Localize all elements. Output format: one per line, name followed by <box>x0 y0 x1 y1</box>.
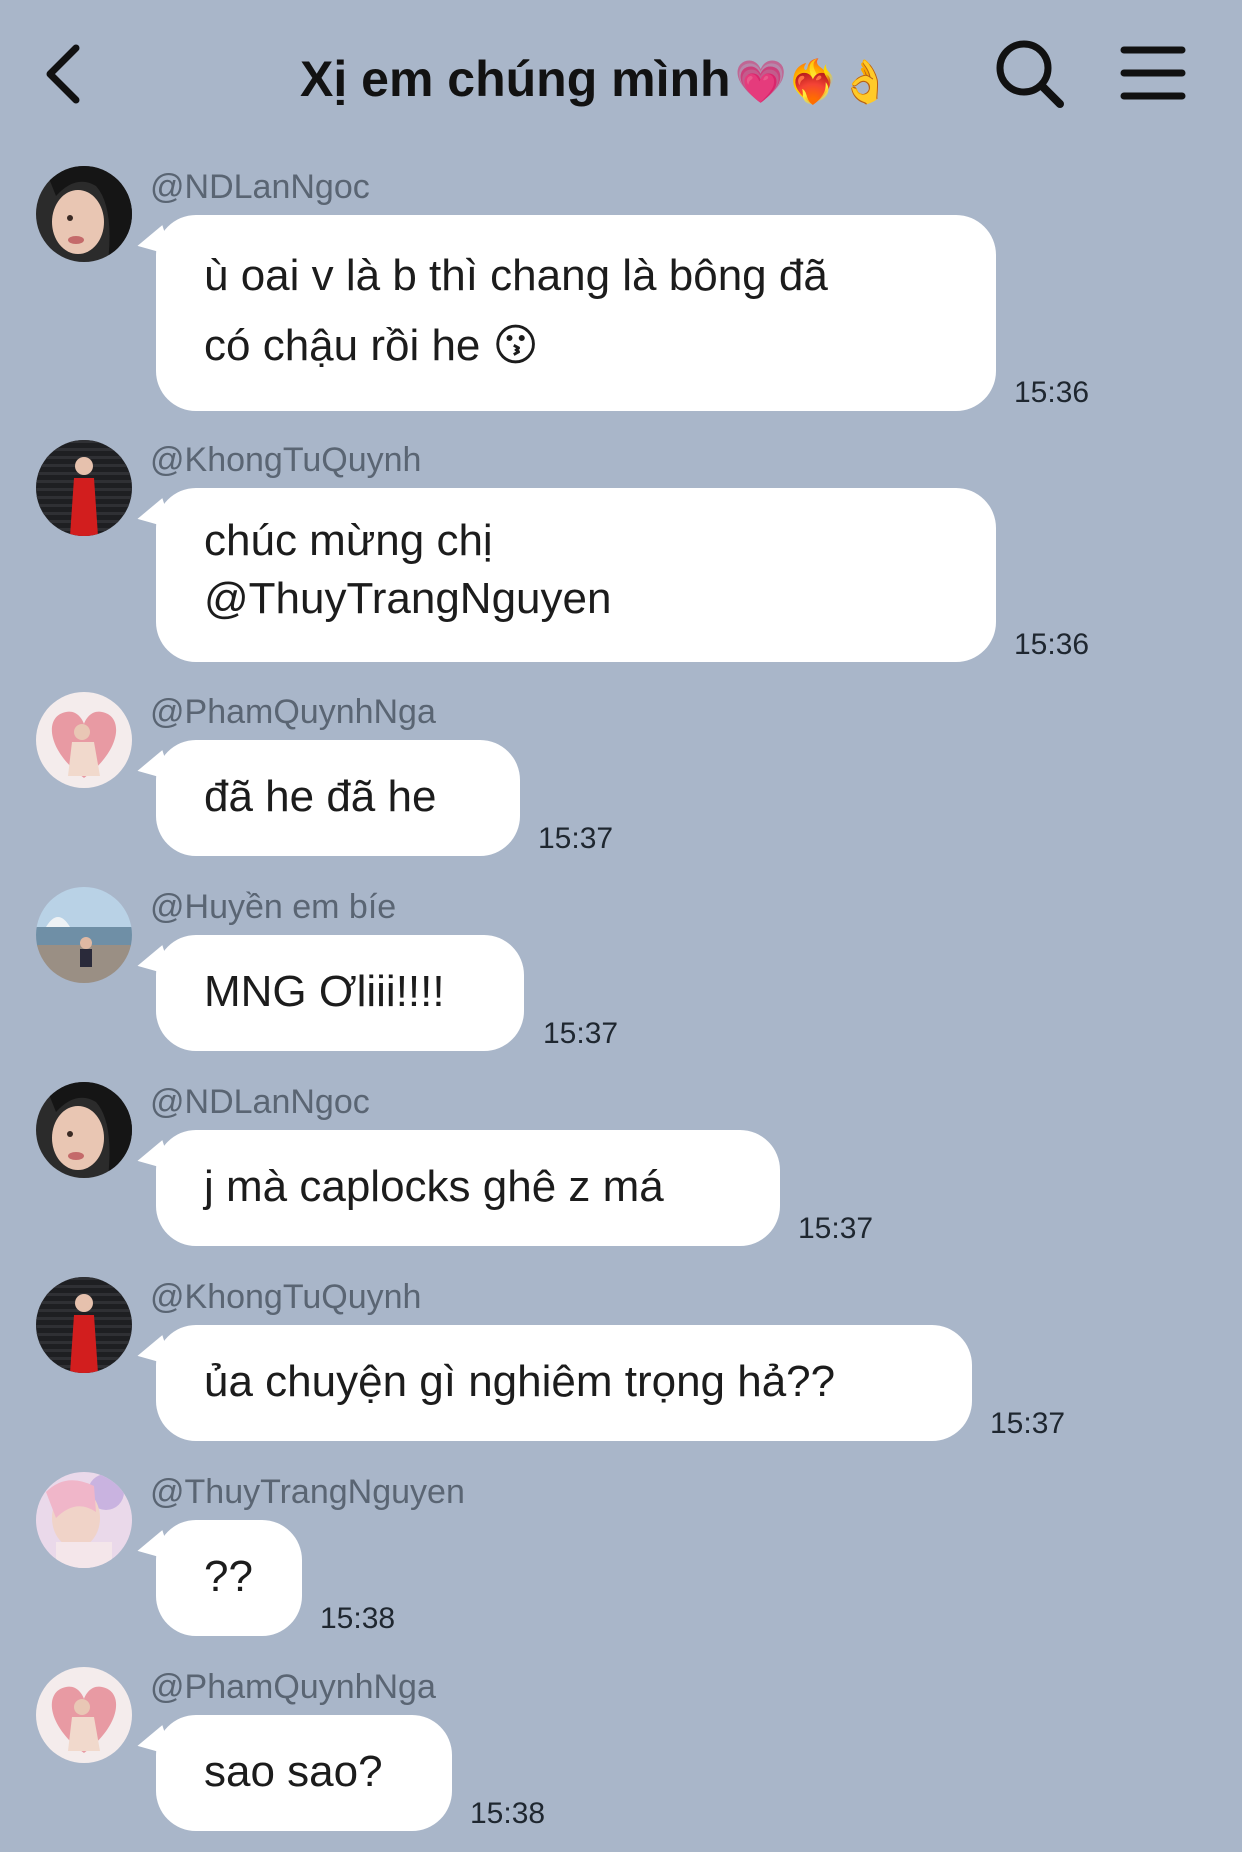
message-text: đã he đã he <box>204 772 437 821</box>
avatar[interactable] <box>36 1472 132 1568</box>
sender-name: @NDLanNgoc <box>150 168 370 206</box>
avatar[interactable] <box>36 692 132 788</box>
menu-button[interactable] <box>1118 40 1188 106</box>
chat-title: Xị em chúng mình💗❤️‍🔥👌 <box>300 44 940 114</box>
sender-name: @PhamQuynhNga <box>150 693 436 731</box>
message-text: chúc mừng chị <box>204 516 493 565</box>
sender-name: @Huyền em bíe <box>150 888 397 926</box>
search-button[interactable] <box>990 34 1070 114</box>
message-time: 15:38 <box>320 1602 396 1635</box>
message-bubble[interactable]: j mà caplocks ghê z má <box>156 1130 780 1246</box>
message-bubble[interactable]: MNG Ơliii!!!! <box>156 935 524 1051</box>
message-text: ?? <box>204 1552 253 1601</box>
sender-name: @NDLanNgoc <box>150 1083 370 1121</box>
message-bubble[interactable]: sao sao? <box>156 1715 452 1831</box>
avatar[interactable] <box>36 887 132 983</box>
message-time: 15:38 <box>470 1797 546 1830</box>
message-bubble[interactable]: đã he đã he <box>156 740 520 856</box>
message-time: 15:37 <box>990 1407 1066 1440</box>
back-button[interactable] <box>36 38 96 108</box>
message-bubble[interactable]: ?? <box>156 1520 302 1636</box>
message-text: j mà caplocks ghê z má <box>204 1162 664 1211</box>
message-text: @ThuyTrangNguyen <box>204 574 612 623</box>
message-time: 15:37 <box>543 1017 619 1050</box>
sender-name: @KhongTuQuynh <box>150 441 422 479</box>
hamburger-menu-icon <box>1120 46 1186 100</box>
sender-name: @ThuyTrangNguyen <box>150 1473 465 1511</box>
message-bubble[interactable]: chúc mừng chị @ThuyTrangNguyen <box>156 488 996 662</box>
message-time: 15:37 <box>798 1212 874 1245</box>
avatar[interactable] <box>36 166 132 262</box>
avatar[interactable] <box>36 1082 132 1178</box>
message-time: 15:36 <box>1014 376 1090 409</box>
message-time: 15:36 <box>1014 628 1090 661</box>
avatar[interactable] <box>36 1667 132 1763</box>
chevron-left-icon <box>46 44 80 104</box>
avatar[interactable] <box>36 440 132 536</box>
search-icon <box>996 40 1064 108</box>
avatar[interactable] <box>36 1277 132 1373</box>
sender-name: @PhamQuynhNga <box>150 1668 436 1706</box>
message-bubble[interactable]: ù oai v là b thì chang là bông đã có chậ… <box>156 215 996 411</box>
message-text: ù oai v là b thì chang là bông đã <box>204 251 828 300</box>
chat-header: Xị em chúng mình💗❤️‍🔥👌 <box>0 0 1242 150</box>
message-text: sao sao? <box>204 1747 383 1796</box>
message-bubble[interactable]: ủa chuyện gì nghiêm trọng hả?? <box>156 1325 972 1441</box>
chat-title-text: Xị em chúng mình <box>300 51 731 107</box>
sender-name: @KhongTuQuynh <box>150 1278 422 1316</box>
message-text: MNG Ơliii!!!! <box>204 967 445 1016</box>
message-text: có chậu rồi he 😗 <box>204 321 539 370</box>
message-text: ủa chuyện gì nghiêm trọng hả?? <box>204 1357 836 1406</box>
message-time: 15:37 <box>538 822 614 855</box>
chat-title-emojis: 💗❤️‍🔥👌 <box>734 58 892 105</box>
